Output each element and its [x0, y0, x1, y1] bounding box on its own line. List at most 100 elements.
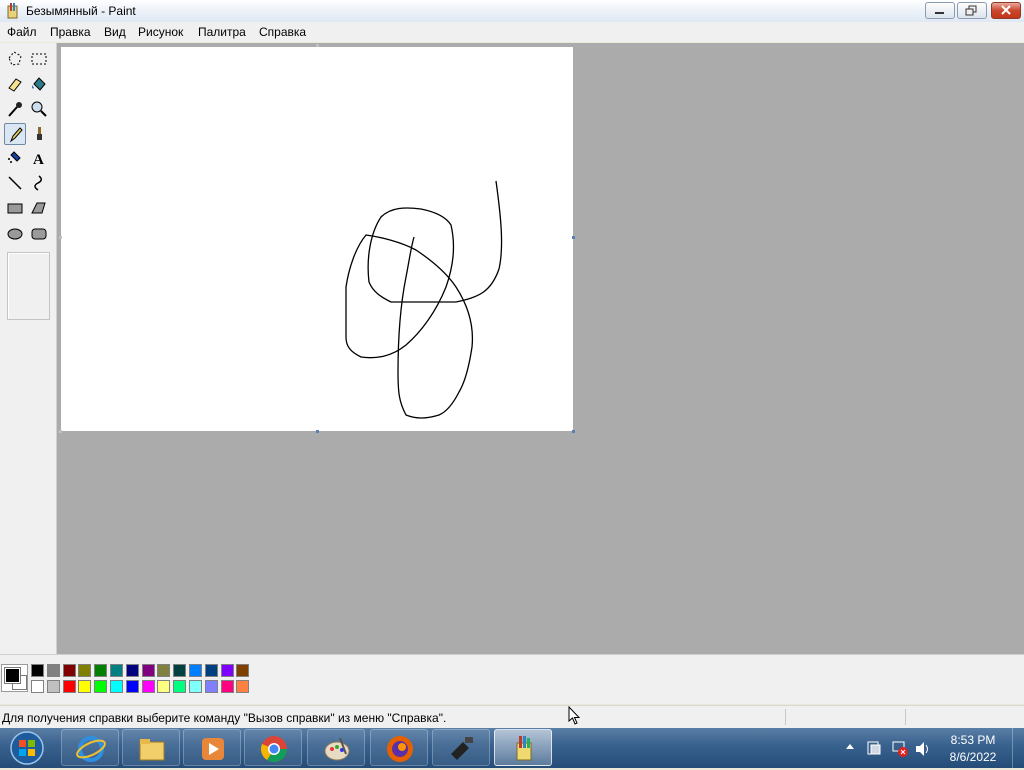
palette-swatch[interactable]: [173, 664, 187, 677]
network-disconnected-icon[interactable]: [891, 740, 909, 758]
free-form-select-icon: [8, 51, 22, 66]
resize-handle-right[interactable]: [572, 236, 575, 239]
palette-swatch[interactable]: [125, 680, 139, 693]
palette-swatch[interactable]: [220, 664, 234, 677]
rounded-rect-tool[interactable]: [28, 222, 50, 244]
start-button[interactable]: [4, 729, 50, 767]
polygon-tool[interactable]: [28, 197, 50, 219]
palette-swatch[interactable]: [204, 664, 218, 677]
curve-icon: [34, 175, 42, 191]
color-picker-tool[interactable]: [4, 98, 26, 120]
palette-swatch[interactable]: [94, 664, 108, 677]
taskbar-file-explorer[interactable]: [122, 729, 180, 766]
free-form-select-tool[interactable]: [4, 48, 26, 70]
media-player-icon: [202, 738, 224, 760]
palette-swatch[interactable]: [141, 680, 155, 693]
palette-swatch[interactable]: [141, 664, 155, 677]
rounded-rect-icon: [31, 228, 47, 240]
ellipse-tool[interactable]: [4, 222, 26, 244]
palette-swatch[interactable]: [110, 680, 123, 693]
clock-time[interactable]: 8:53 PM: [938, 733, 1008, 747]
palette-swatch[interactable]: [31, 680, 44, 693]
palette-swatch[interactable]: [204, 680, 218, 693]
taskbar: 8:53 PM 8/6/2022: [0, 728, 1024, 768]
menu-file[interactable]: Файл: [7, 25, 37, 39]
tool-options-panel[interactable]: [7, 252, 50, 320]
palette-swatch[interactable]: [236, 680, 250, 693]
handle-bottom-left: [59, 430, 62, 433]
curve-tool[interactable]: [28, 172, 50, 194]
eraser-icon: [8, 78, 22, 92]
taskbar-paint-app[interactable]: [307, 729, 365, 766]
palette-swatch[interactable]: [157, 664, 171, 677]
volume-icon[interactable]: [914, 740, 932, 758]
menu-image[interactable]: Рисунок: [138, 25, 183, 39]
palette-swatch[interactable]: [62, 664, 76, 677]
foreground-color: [4, 667, 21, 684]
close-button[interactable]: [991, 2, 1021, 19]
resize-handle-corner[interactable]: [572, 430, 575, 433]
polygon-icon: [31, 202, 46, 214]
palette-swatch[interactable]: [220, 680, 234, 693]
rectangle-tool[interactable]: [4, 197, 26, 219]
toolbox: A: [0, 43, 57, 654]
magnifier-icon: [31, 101, 47, 117]
palette-swatch[interactable]: [189, 680, 202, 693]
action-center-icon[interactable]: [866, 740, 882, 756]
palette-swatch[interactable]: [31, 664, 44, 677]
palette-swatch[interactable]: [46, 680, 60, 693]
taskbar-chrome[interactable]: [244, 729, 302, 766]
text-tool[interactable]: A: [28, 147, 50, 169]
workspace: [57, 43, 1024, 654]
rect-select-tool[interactable]: [28, 48, 50, 70]
palette-swatch[interactable]: [125, 664, 139, 677]
menu-help[interactable]: Справка: [259, 25, 306, 39]
show-desktop-button[interactable]: [1012, 728, 1024, 768]
taskbar-internet-explorer[interactable]: [61, 729, 119, 766]
airbrush-icon: [8, 151, 21, 163]
taskbar-firefox[interactable]: [370, 729, 428, 766]
line-tool[interactable]: [4, 172, 26, 194]
taskbar-tool-app[interactable]: [432, 729, 490, 766]
scribble-drawing: [345, 180, 503, 419]
resize-handle-bottom[interactable]: [316, 430, 319, 433]
clock-date[interactable]: 8/6/2022: [938, 750, 1008, 764]
show-hidden-icons-icon[interactable]: [845, 740, 855, 754]
brush-tool[interactable]: [28, 123, 50, 145]
rect-select-icon: [31, 53, 47, 65]
taskbar-media-player[interactable]: [183, 729, 241, 766]
minimize-button[interactable]: [925, 2, 955, 19]
color-picker-icon: [8, 102, 22, 117]
fill-bucket-icon: [32, 77, 46, 91]
rectangle-icon: [7, 203, 23, 214]
pencil-tool[interactable]: [4, 123, 26, 145]
palette-swatch[interactable]: [78, 664, 92, 677]
palette-swatch[interactable]: [62, 680, 76, 693]
taskbar-paint[interactable]: [494, 729, 552, 766]
palette-swatch[interactable]: [173, 680, 187, 693]
file-explorer-icon: [139, 739, 165, 761]
paint-app-icon: [7, 3, 18, 19]
drawing-canvas[interactable]: [61, 47, 573, 431]
palette-swatch[interactable]: [157, 680, 171, 693]
eraser-tool[interactable]: [4, 73, 26, 95]
brush-icon: [37, 127, 42, 140]
menu-view[interactable]: Вид: [104, 25, 126, 39]
paint-icon: [516, 736, 532, 761]
magnifier-tool[interactable]: [28, 98, 50, 120]
minimize-icon: [935, 12, 944, 14]
app-tool-icon: [451, 737, 473, 760]
menu-palette[interactable]: Палитра: [198, 25, 246, 39]
palette-swatch[interactable]: [236, 664, 250, 677]
title-bar: Безымянный - Paint: [0, 0, 1024, 23]
palette-swatch[interactable]: [189, 664, 202, 677]
palette-swatch[interactable]: [46, 664, 60, 677]
svg-text:A: A: [33, 152, 44, 167]
restore-button[interactable]: [957, 2, 987, 19]
palette-swatch[interactable]: [110, 664, 123, 677]
airbrush-tool[interactable]: [4, 147, 26, 169]
palette-swatch[interactable]: [94, 680, 108, 693]
palette-swatch[interactable]: [78, 680, 92, 693]
menu-edit[interactable]: Правка: [50, 25, 91, 39]
fill-bucket-tool[interactable]: [28, 73, 50, 95]
